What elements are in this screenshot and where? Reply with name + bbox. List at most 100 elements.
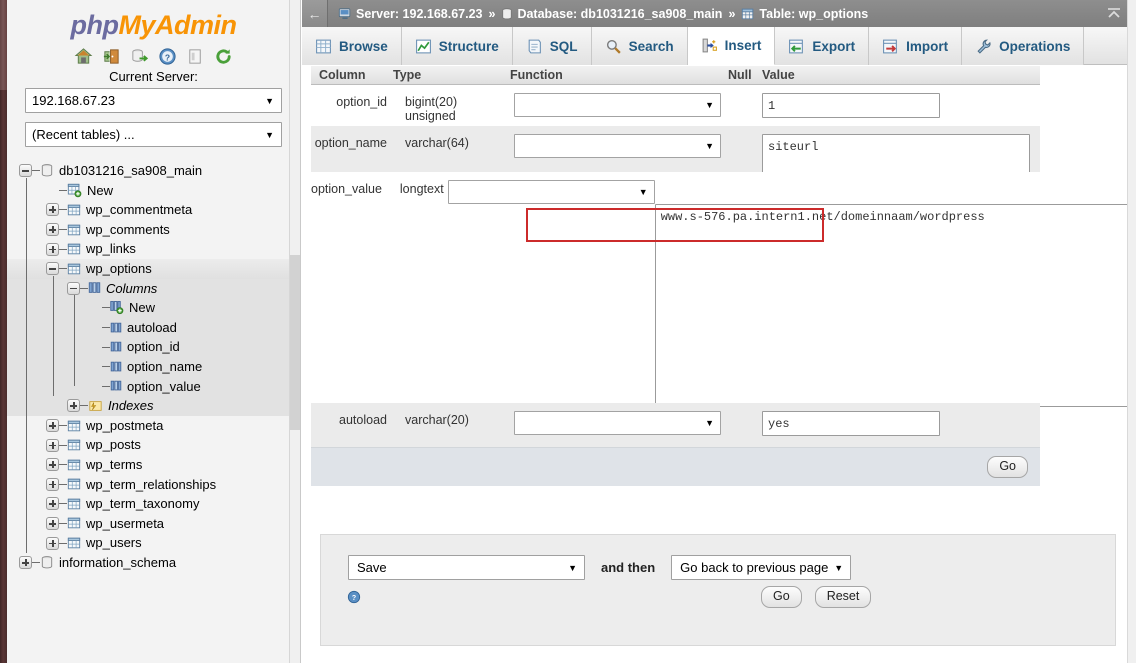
- table-icon: [67, 263, 81, 275]
- function-select-option-value[interactable]: ▼: [447, 180, 655, 204]
- help-icon[interactable]: ?: [347, 590, 361, 604]
- structure-icon: [415, 39, 431, 53]
- tree-toggle-icon[interactable]: [46, 516, 59, 530]
- table-icon: [67, 498, 81, 510]
- tree-toggle-icon[interactable]: [46, 458, 59, 472]
- row-function-cell: ▼: [444, 172, 655, 403]
- column-icon: [110, 322, 122, 332]
- back-button[interactable]: ←: [302, 0, 328, 27]
- tree-node-wp_terms[interactable]: wp_terms: [7, 455, 300, 475]
- tab-export[interactable]: Export: [775, 27, 870, 65]
- tab-browse[interactable]: Browse: [302, 27, 402, 65]
- row-function-cell: ▼: [510, 85, 728, 126]
- reset-button[interactable]: Reset: [814, 586, 872, 608]
- tree-node-wp_users[interactable]: wp_users: [7, 533, 300, 553]
- chevron-down-icon: ▼: [568, 562, 577, 573]
- breadcrumb-database[interactable]: Database: db1031216_sa908_main: [517, 7, 722, 21]
- breadcrumb-server[interactable]: Server: 192.168.67.23: [356, 7, 483, 21]
- server-select-value: 192.168.67.23: [32, 93, 116, 108]
- tree-node-new[interactable]: New: [7, 298, 300, 318]
- tree-node-label: information_schema: [59, 554, 177, 570]
- tab-import[interactable]: Import: [869, 27, 963, 65]
- logout-icon[interactable]: [102, 47, 121, 66]
- tree-toggle-icon[interactable]: [46, 438, 59, 452]
- tree-toggle-icon[interactable]: [46, 242, 59, 256]
- row-value-cell: [762, 126, 1040, 176]
- svg-text:?: ?: [352, 595, 356, 602]
- tab-structure[interactable]: Structure: [401, 27, 513, 65]
- export-icon: [789, 39, 804, 53]
- value-input-autoload[interactable]: [762, 411, 940, 436]
- tree-node-option_value[interactable]: option_value: [7, 376, 300, 397]
- database-export-icon[interactable]: [130, 47, 149, 66]
- row-column-type: varchar(64): [405, 136, 469, 150]
- then-action-select[interactable]: Go back to previous page ▼: [671, 555, 852, 580]
- value-input-option-id[interactable]: [762, 93, 940, 118]
- logo-php-text: php: [70, 10, 119, 40]
- tab-label: Export: [812, 38, 856, 54]
- column-icon: [110, 381, 122, 391]
- tree-node-wp_commentmeta[interactable]: wp_commentmeta: [7, 200, 300, 220]
- tree-toggle-icon[interactable]: [46, 223, 59, 237]
- tree-toggle-icon[interactable]: [19, 164, 32, 178]
- tab-operations[interactable]: Operations: [962, 27, 1085, 65]
- tab-label: Browse: [339, 38, 388, 54]
- table-row: option_value longtext ▼: [311, 172, 1136, 407]
- tree-toggle-icon[interactable]: [19, 556, 32, 570]
- sidebar-scrollbar[interactable]: [289, 0, 300, 663]
- import-icon: [883, 39, 897, 53]
- tree-toggle-icon[interactable]: [46, 203, 59, 217]
- tree-node-wp_term_relationships[interactable]: wp_term_relationships: [7, 475, 300, 495]
- tree-node-indexes[interactable]: Indexes: [7, 396, 300, 416]
- tree-node-label: New: [87, 182, 114, 198]
- tree-node-option_id[interactable]: option_id: [7, 337, 300, 357]
- function-select-option-name[interactable]: ▼: [514, 134, 721, 158]
- tree-node-option_name[interactable]: option_name: [7, 356, 300, 377]
- function-select-autoload[interactable]: ▼: [514, 411, 721, 435]
- tree-toggle-icon[interactable]: [67, 281, 80, 295]
- tree-node-new[interactable]: New: [7, 181, 300, 201]
- value-textarea-option-name[interactable]: [762, 134, 1030, 176]
- tree-node-wp_options[interactable]: wp_options: [7, 258, 300, 279]
- help-icon[interactable]: ?: [158, 47, 177, 66]
- tab-insert[interactable]: Insert: [687, 27, 776, 65]
- tree-node-wp_posts[interactable]: wp_posts: [7, 435, 300, 455]
- tree-node-label: option_value: [127, 378, 201, 394]
- home-icon[interactable]: [74, 47, 93, 66]
- tree-node-database[interactable]: db1031216_sa908_main: [7, 161, 300, 181]
- tree-toggle-icon[interactable]: [46, 262, 59, 276]
- tree-toggle-icon[interactable]: [46, 477, 59, 491]
- breadcrumb-table[interactable]: Table: wp_options: [759, 7, 868, 21]
- recent-tables-select[interactable]: (Recent tables) ... ▼: [25, 122, 282, 147]
- tree-node-wp_comments[interactable]: wp_comments: [7, 220, 300, 240]
- tree-toggle-icon[interactable]: [46, 536, 59, 550]
- submit-go-button[interactable]: Go: [761, 586, 802, 608]
- tree-node-columns[interactable]: Columns: [7, 278, 300, 299]
- tree-node-information-schema[interactable]: information_schema: [7, 553, 300, 573]
- header-type: Type: [393, 68, 422, 82]
- value-textarea-option-value[interactable]: [654, 204, 1136, 407]
- phpmyadmin-logo[interactable]: phpMyAdmin: [7, 0, 300, 39]
- tree-node-wp_links[interactable]: wp_links: [7, 239, 300, 259]
- tree-node-wp_usermeta[interactable]: wp_usermeta: [7, 514, 300, 534]
- indexes-icon: [89, 401, 102, 411]
- current-server-label: Current Server:: [109, 69, 198, 84]
- main-scrollbar[interactable]: [1127, 0, 1136, 663]
- tree-toggle-icon[interactable]: [46, 497, 59, 511]
- tree-node-autoload[interactable]: autoload: [7, 317, 300, 338]
- recent-tables-select-wrap: (Recent tables) ... ▼: [7, 113, 300, 147]
- tree-toggle-icon[interactable]: [67, 399, 80, 413]
- collapse-up-icon[interactable]: [1101, 0, 1127, 27]
- tree-toggle-icon[interactable]: [46, 419, 59, 433]
- function-select-option-id[interactable]: ▼: [514, 93, 721, 117]
- insert-go-button[interactable]: Go: [987, 456, 1028, 478]
- tree-node-wp_term_taxonomy[interactable]: wp_term_taxonomy: [7, 494, 300, 514]
- tab-search[interactable]: Search: [591, 27, 688, 65]
- tree-node-wp_postmeta[interactable]: wp_postmeta: [7, 416, 300, 436]
- tab-sql[interactable]: SQL: [512, 27, 592, 65]
- server-select[interactable]: 192.168.67.23 ▼: [25, 88, 282, 113]
- documentation-icon[interactable]: [186, 47, 205, 66]
- reload-icon[interactable]: [214, 47, 233, 66]
- save-action-select[interactable]: Save ▼: [348, 555, 585, 580]
- sidebar-scrollbar-thumb[interactable]: [290, 255, 300, 430]
